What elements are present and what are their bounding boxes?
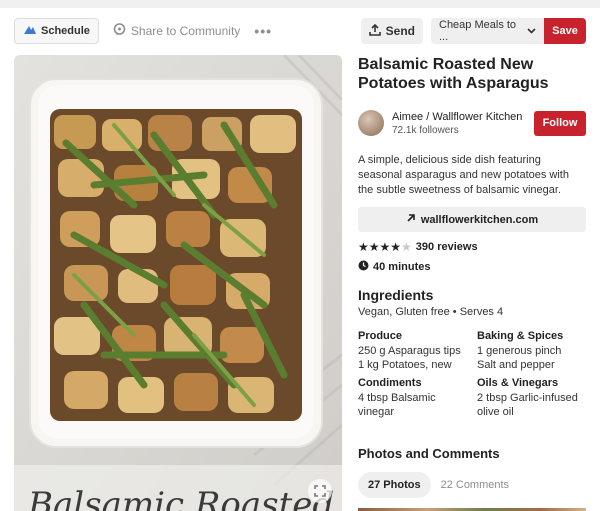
author-row: Aimee / Wallflower Kitchen 72.1k followe… — [358, 110, 586, 136]
send-icon — [368, 23, 381, 39]
star-rating: ★★★★★ — [358, 240, 412, 254]
more-options-button[interactable]: ••• — [254, 23, 272, 39]
ingredient-group: Oils & Vinegars 2 tbsp Garlic-infused ol… — [477, 377, 586, 419]
ingredient-group-heading: Condiments — [358, 377, 422, 389]
save-button[interactable]: Save — [544, 18, 586, 44]
ingredient-line: 4 tbsp Balsamic — [358, 392, 436, 404]
share-to-community-button[interactable]: Share to Community — [113, 23, 240, 39]
clock-icon — [358, 260, 369, 274]
rating: ★★★★★ 390 reviews — [358, 240, 586, 254]
follower-count: 72.1k followers — [392, 124, 459, 136]
schedule-icon — [23, 24, 37, 39]
follow-button[interactable]: Follow — [534, 110, 586, 136]
image-overlay-text: Balsamic Roasted — [28, 485, 335, 511]
top-strip — [0, 0, 600, 8]
arrow-icon — [406, 213, 416, 226]
toolbar-right: Send Cheap Meals to ... Save — [360, 18, 586, 44]
pin-description: A simple, delicious side dish featuring … — [358, 154, 569, 196]
ingredient-line: 1 generous pinch — [477, 345, 562, 357]
ingredients-right-column: Baking & Spices 1 generous pinch Salt an… — [477, 330, 586, 424]
author-name[interactable]: Aimee / Wallflower Kitchen — [392, 111, 522, 123]
ingredient-line: 250 g Asparagus tips — [358, 345, 461, 357]
expand-icon[interactable] — [308, 479, 332, 503]
board-select-value: Cheap Meals to ... — [439, 19, 517, 43]
tab-comments[interactable]: 22 Comments — [441, 479, 509, 491]
ingredient-line: vinegar — [358, 406, 395, 418]
ingredient-group-heading: Oils & Vinegars — [477, 377, 559, 389]
photos-comments-tabs: 27 Photos 22 Comments — [358, 472, 586, 498]
avatar[interactable] — [358, 110, 384, 136]
review-count[interactable]: 390 reviews — [416, 241, 478, 253]
tab-photos[interactable]: 27 Photos — [358, 472, 431, 498]
ingredient-group: Condiments 4 tbsp Balsamic vinegar — [358, 377, 477, 419]
ingredient-line: 2 tbsp Garlic-infused — [477, 392, 578, 404]
ingredient-line: olive oil — [477, 406, 514, 418]
author-info: Aimee / Wallflower Kitchen 72.1k followe… — [392, 111, 522, 136]
ingredient-group: Produce 250 g Asparagus tips 1 kg Potato… — [358, 330, 477, 372]
send-button[interactable]: Send — [360, 18, 423, 44]
photos-comments-heading: Photos and Comments — [358, 446, 500, 461]
chevron-down-icon — [527, 25, 536, 37]
source-link-label: wallflowerkitchen.com — [420, 213, 539, 226]
pin-details: Balsamic Roasted New Potatoes with Aspar… — [358, 55, 586, 498]
schedule-label: Schedule — [41, 25, 90, 37]
diet-tags: Vegan, Gluten free • Serves 4 — [358, 306, 504, 318]
share-label: Share to Community — [130, 24, 241, 38]
schedule-button[interactable]: Schedule — [14, 18, 99, 44]
send-label: Send — [385, 24, 415, 38]
ingredient-group: Baking & Spices 1 generous pinch Salt an… — [477, 330, 586, 372]
source-link-button[interactable]: wallflowerkitchen.com — [358, 207, 586, 232]
pin-image: Balsamic Roasted — [14, 55, 342, 511]
ingredients-heading: Ingredients — [358, 287, 434, 303]
ingredient-group-heading: Produce — [358, 330, 403, 342]
pin-title: Balsamic Roasted New Potatoes with Aspar… — [358, 56, 549, 92]
toolbar-left: Schedule Share to Community ••• — [14, 18, 272, 44]
ingredients-grid: Produce 250 g Asparagus tips 1 kg Potato… — [358, 330, 586, 424]
ingredient-line: Salt and pepper — [477, 359, 555, 371]
ingredient-line: 1 kg Potatoes, new — [358, 359, 452, 371]
cook-time-value: 40 minutes — [373, 261, 431, 273]
share-icon — [113, 23, 126, 39]
ingredient-group-heading: Baking & Spices — [477, 330, 564, 342]
ingredients-left-column: Produce 250 g Asparagus tips 1 kg Potato… — [358, 330, 477, 424]
board-select[interactable]: Cheap Meals to ... — [431, 18, 544, 44]
cook-time: 40 minutes — [358, 260, 586, 274]
